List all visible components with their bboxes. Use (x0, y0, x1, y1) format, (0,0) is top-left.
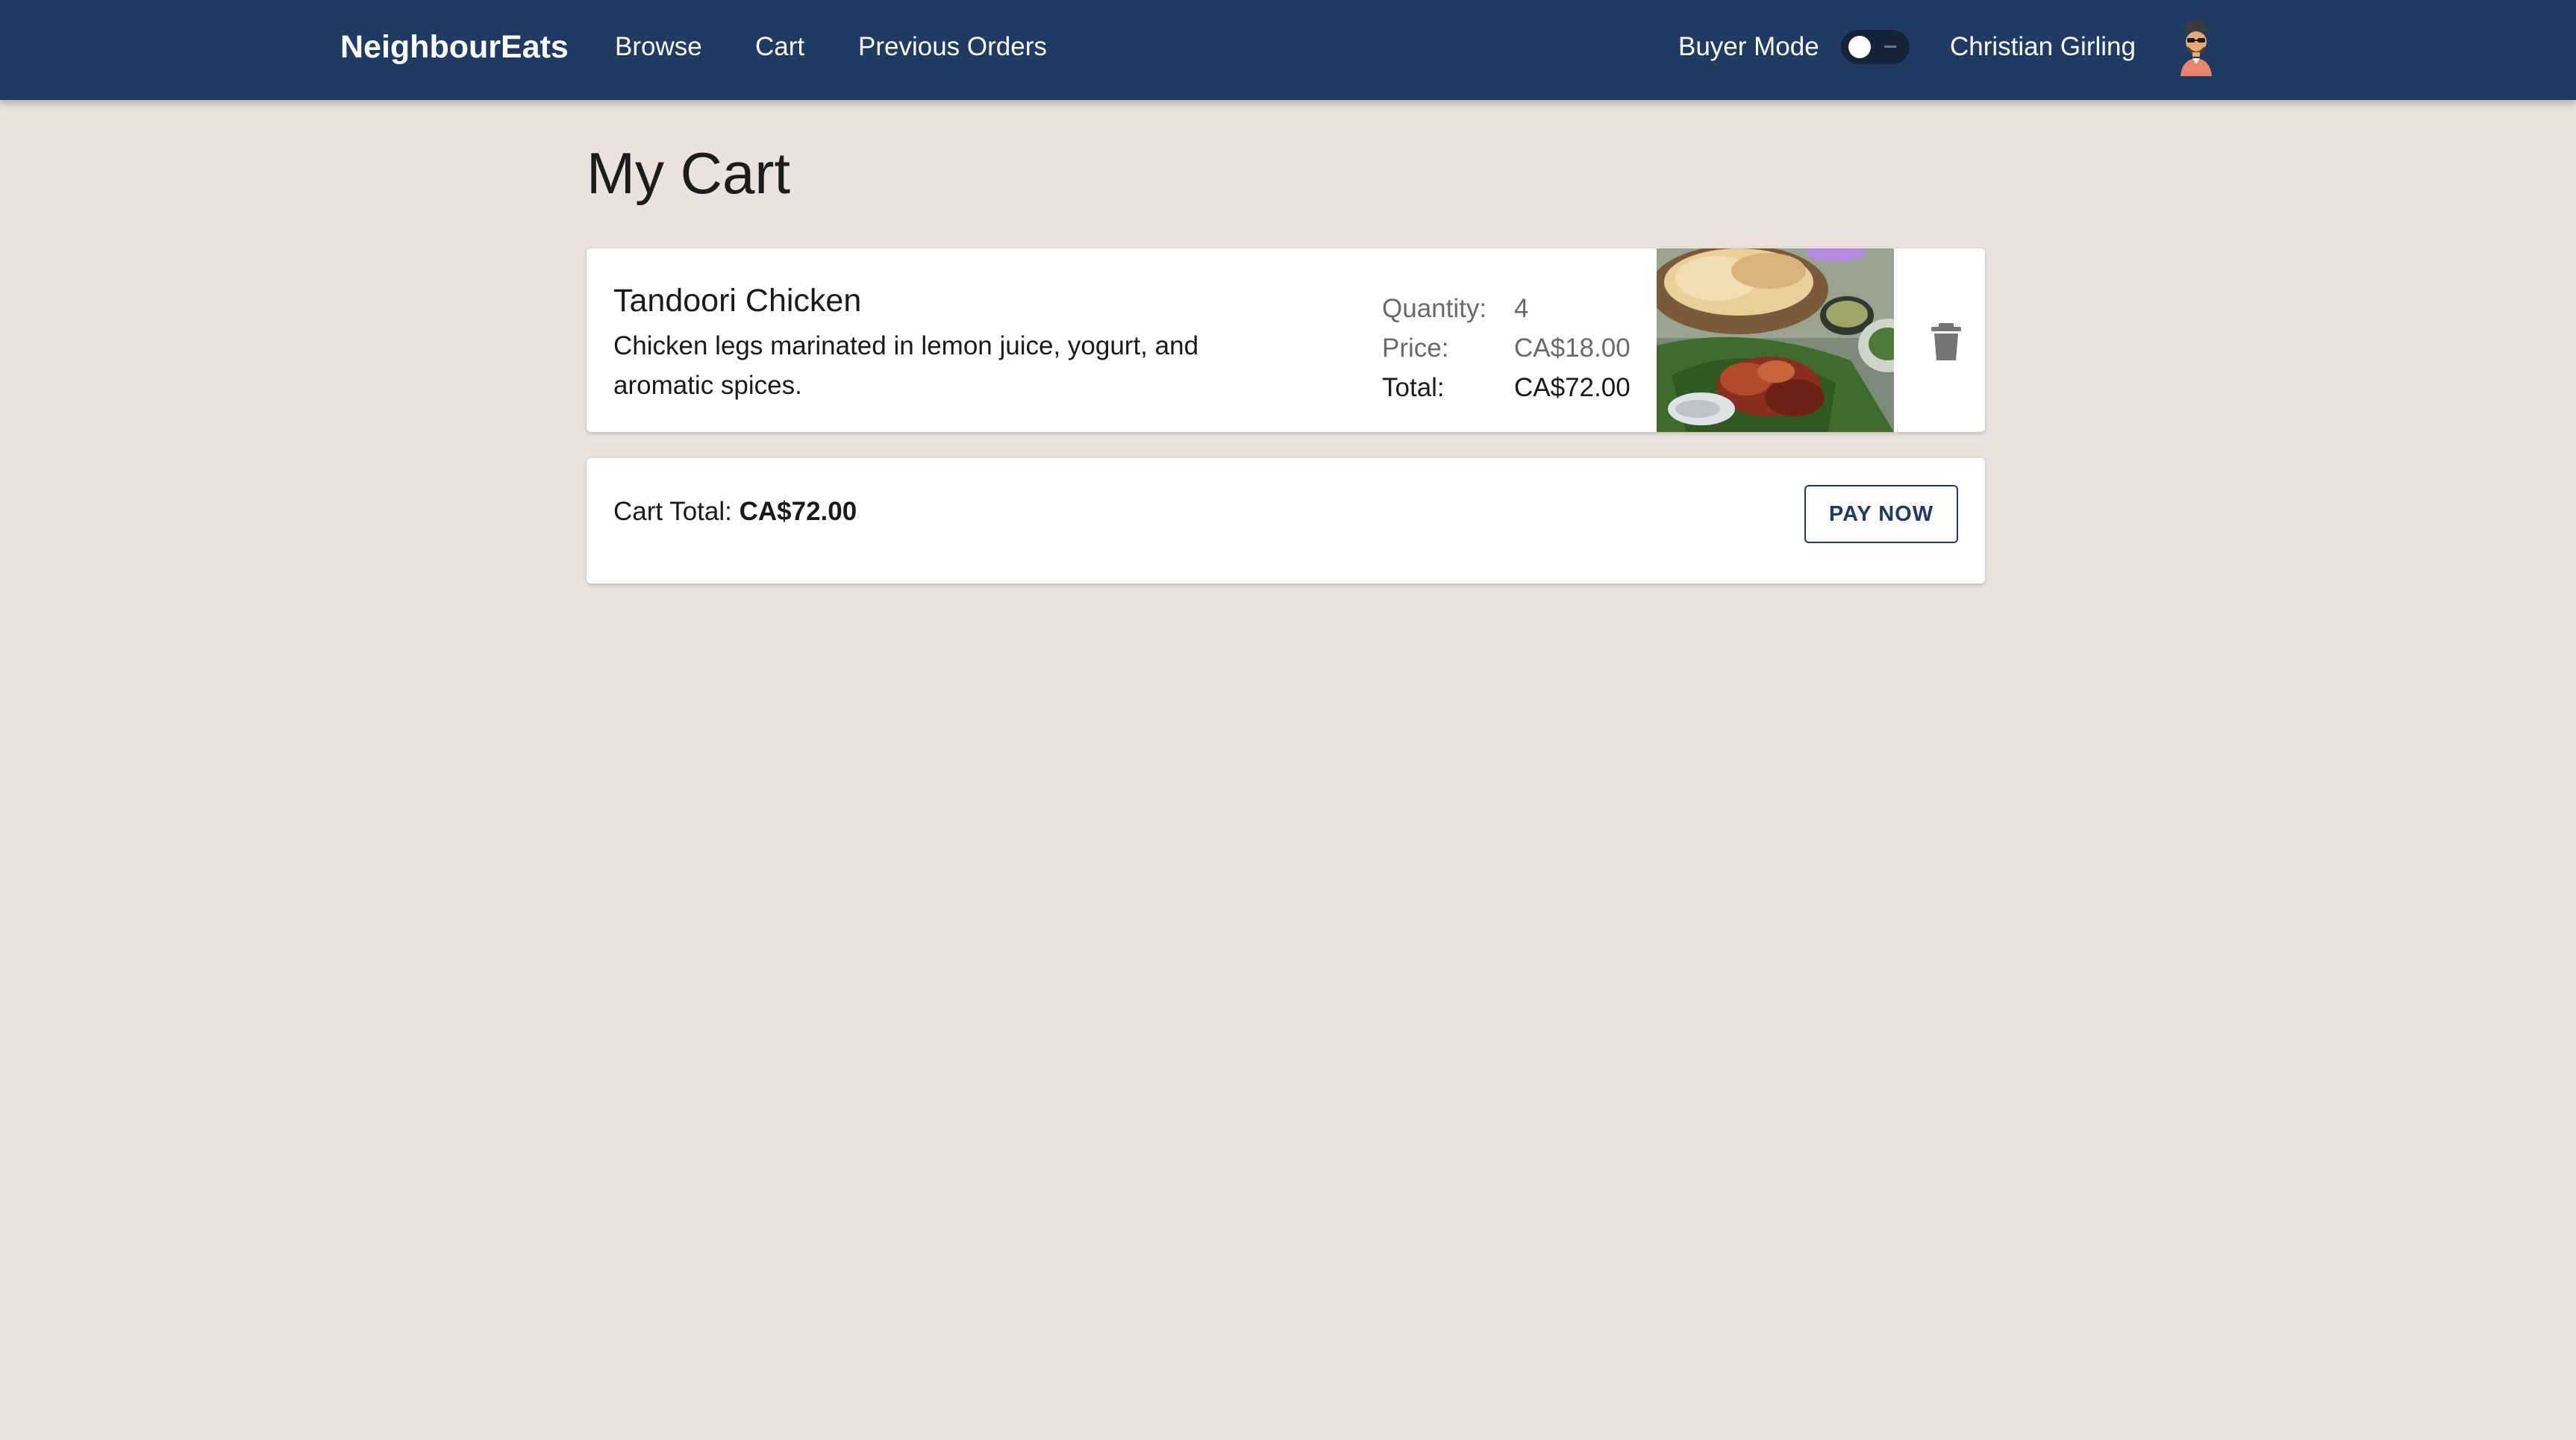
cart-total-card: Cart Total: CA$72.00 PAY NOW (587, 458, 1985, 583)
nav-browse[interactable]: Browse (615, 0, 702, 94)
brand-logo[interactable]: NeighbourEats (340, 0, 569, 94)
item-total-label: Total: (1382, 373, 1445, 402)
quantity-label: Quantity: (1382, 294, 1487, 323)
cart-item-card: Tandoori Chicken Chicken legs marinated … (587, 248, 1985, 432)
toggle-off-mark (1884, 46, 1896, 48)
price-value: CA$18.00 (1514, 334, 1631, 363)
avatar[interactable] (2175, 19, 2218, 76)
cart-total-value: CA$72.00 (739, 497, 857, 526)
item-name: Tandoori Chicken (613, 283, 862, 319)
trash-icon[interactable] (1927, 320, 1966, 362)
user-name[interactable]: Christian Girling (1950, 0, 2136, 94)
buyer-mode-label: Buyer Mode (1678, 32, 1819, 61)
toggle-knob (1848, 36, 1871, 58)
nav-cart[interactable]: Cart (755, 0, 804, 94)
price-label: Price: (1382, 334, 1449, 363)
buyer-mode-toggle[interactable] (1841, 30, 1910, 64)
cart-total: Cart Total: CA$72.00 (613, 491, 857, 533)
item-description: Chicken legs marinated in lemon juice, y… (613, 331, 1199, 400)
top-app-bar: NeighbourEats Browse Cart Previous Order… (0, 0, 2576, 100)
food-image (1657, 248, 1894, 432)
page-title: My Cart (587, 140, 790, 206)
item-total-value: CA$72.00 (1514, 373, 1631, 402)
pay-now-button[interactable]: PAY NOW (1804, 485, 1958, 543)
quantity-value: 4 (1514, 294, 1529, 323)
cart-total-label: Cart Total: (613, 497, 740, 526)
nav-previous-orders[interactable]: Previous Orders (858, 0, 1047, 94)
